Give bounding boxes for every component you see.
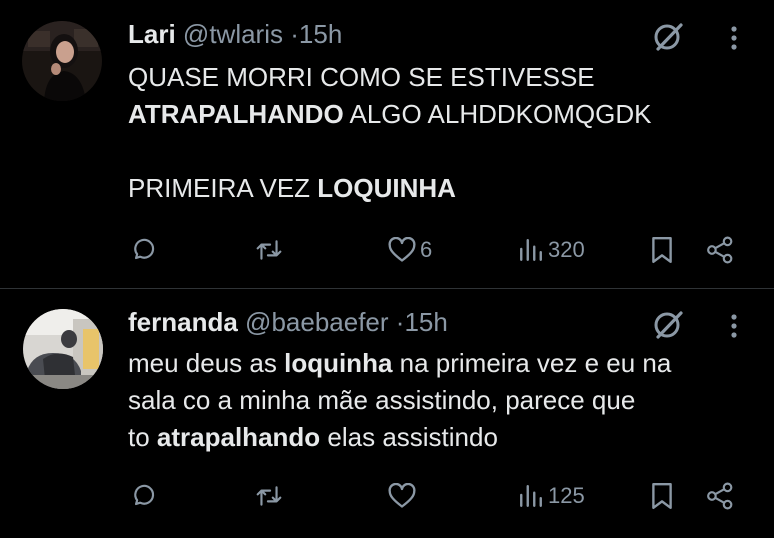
- tweet-text: QUASE MORRI COMO SE ESTIVESSE ATRAPALHAN…: [128, 59, 651, 207]
- tweet[interactable]: fernanda @baebaefer ·15h meu deus as loq…: [0, 288, 774, 538]
- avatar[interactable]: [23, 309, 103, 389]
- text-run: PRIMEIRA VEZ: [128, 173, 318, 203]
- text-run: elas assistindo: [320, 422, 498, 452]
- tweet-header: fernanda @baebaefer ·15h: [128, 306, 448, 338]
- display-name[interactable]: Lari: [128, 19, 176, 49]
- views-button[interactable]: 320: [518, 230, 585, 270]
- tweet-actions: 6 320: [0, 230, 774, 270]
- share-icon: [707, 482, 733, 510]
- tweet-text-line: sala co a minha mãe assistindo, parece q…: [128, 382, 671, 419]
- grok-icon[interactable]: [650, 18, 686, 54]
- retweet-button[interactable]: [255, 476, 283, 516]
- text-run: meu deus as: [128, 348, 285, 378]
- tweet-text-line: meu deus as loquinha na primeira vez e e…: [128, 345, 671, 382]
- like-button[interactable]: 6: [388, 230, 432, 270]
- like-button[interactable]: [388, 476, 420, 516]
- bookmark-icon: [652, 236, 672, 264]
- tweet-text-line: QUASE MORRI COMO SE ESTIVESSE: [128, 59, 651, 96]
- retweet-icon: [256, 240, 282, 260]
- timestamp[interactable]: 15h: [299, 19, 342, 49]
- like-count: 6: [420, 237, 433, 262]
- reply-icon: [134, 484, 155, 506]
- share-button[interactable]: [706, 476, 734, 516]
- bookmark-icon: [652, 482, 672, 510]
- tweet-text-line: [128, 133, 651, 170]
- view-count: 125: [548, 483, 585, 508]
- view-count: 320: [548, 237, 585, 262]
- text-run: sala co a minha mãe assistindo, parece q…: [128, 385, 636, 415]
- retweet-button[interactable]: [255, 230, 283, 270]
- tweet-actions: 125: [0, 476, 774, 516]
- reply-button[interactable]: [130, 230, 156, 270]
- text-run-bold: LOQUINHA: [317, 173, 456, 203]
- views-icon: [520, 485, 542, 507]
- tweet-text-line: ATRAPALHANDO ALGO ALHDDKOMQGDK: [128, 96, 651, 133]
- reply-icon: [134, 238, 155, 260]
- text-run: QUASE MORRI COMO SE ESTIVESSE: [128, 62, 595, 92]
- tweet-text-line: PRIMEIRA VEZ LOQUINHA: [128, 170, 651, 207]
- bookmark-button[interactable]: [650, 476, 674, 516]
- display-name[interactable]: fernanda: [128, 307, 238, 337]
- tweet-text-line: to atrapalhando elas assistindo: [128, 419, 671, 456]
- retweet-icon: [256, 486, 282, 506]
- tweet-header: Lari @twlaris ·15h: [128, 18, 342, 50]
- share-button[interactable]: [706, 230, 734, 270]
- reply-button[interactable]: [130, 476, 156, 516]
- username[interactable]: @twlaris: [183, 19, 283, 49]
- views-button[interactable]: 125: [518, 476, 585, 516]
- text-run-bold: ATRAPALHANDO: [128, 99, 344, 129]
- bookmark-button[interactable]: [650, 230, 674, 270]
- text-run-bold: loquinha: [284, 348, 393, 378]
- separator-dot: ·: [290, 19, 299, 49]
- heart-icon: [388, 483, 416, 508]
- avatar[interactable]: [22, 21, 102, 101]
- views-icon: [520, 239, 542, 261]
- more-icon[interactable]: [724, 308, 744, 344]
- text-run: ALGO ALHDDKOMQGDK: [343, 99, 652, 129]
- more-icon[interactable]: [724, 20, 744, 56]
- text-run: na primeira vez e eu na: [392, 348, 672, 378]
- grok-icon[interactable]: [650, 306, 686, 342]
- text-run-bold: atrapalhando: [156, 422, 321, 452]
- share-icon: [707, 236, 733, 264]
- tweet[interactable]: Lari @twlaris ·15h QUASE MORRI COMO SE E…: [0, 0, 774, 288]
- username[interactable]: @baebaefer: [245, 307, 389, 337]
- tweet-text: meu deus as loquinha na primeira vez e e…: [128, 345, 671, 456]
- timestamp[interactable]: 15h: [404, 307, 447, 337]
- heart-icon: [388, 237, 416, 262]
- text-run: to: [128, 422, 157, 452]
